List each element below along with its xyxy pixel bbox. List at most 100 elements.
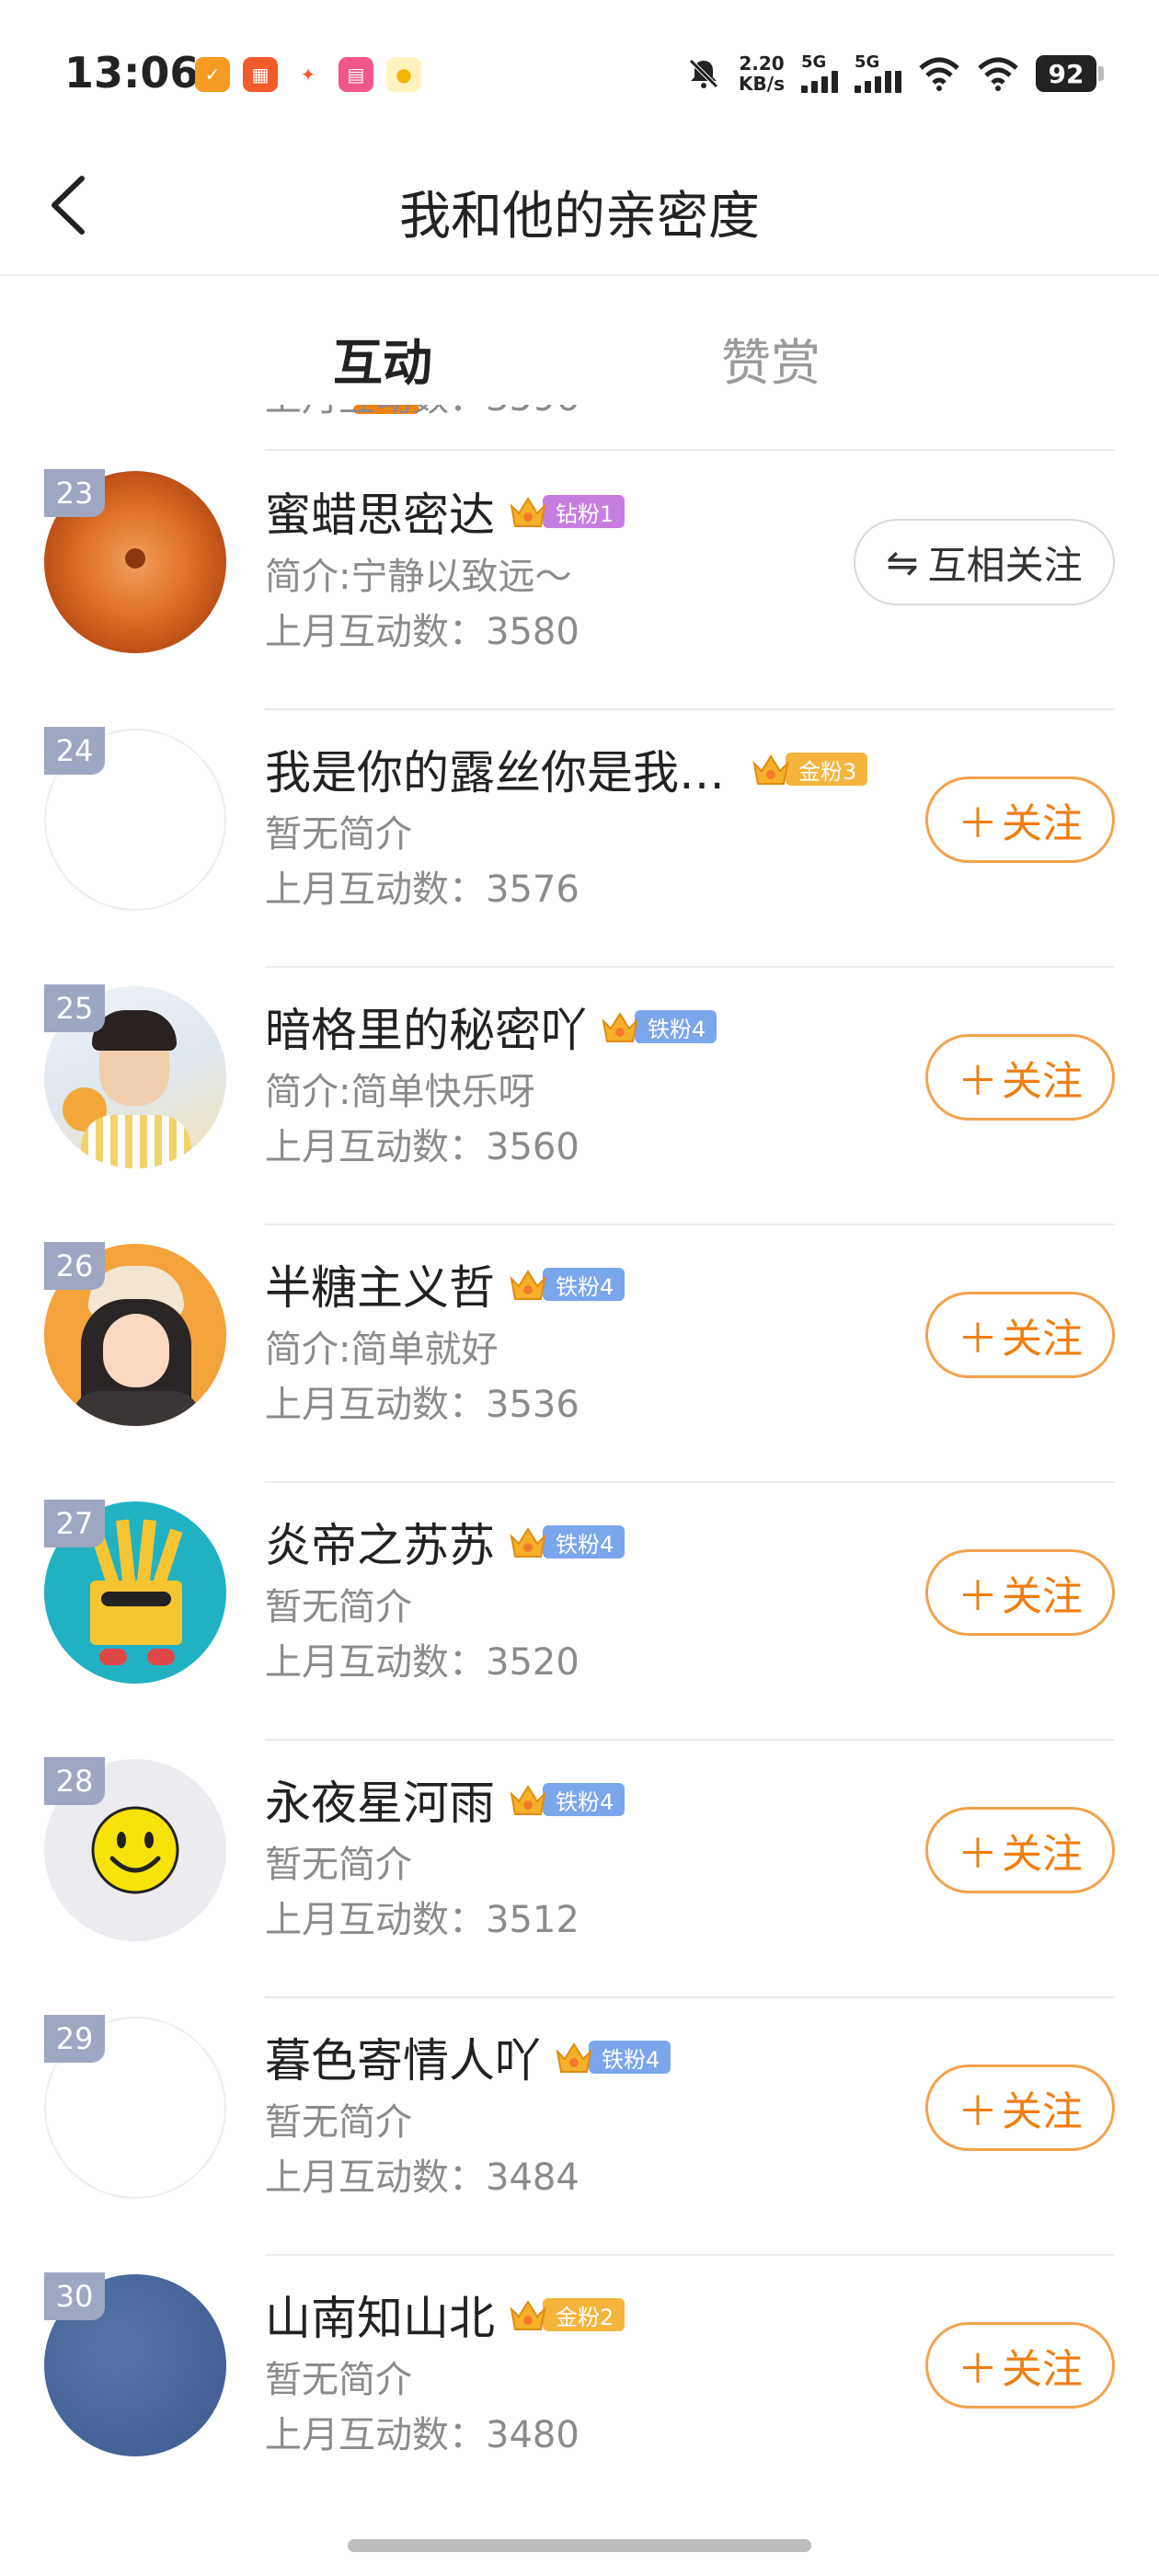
- row-divider: [265, 966, 1115, 968]
- follow-button[interactable]: ＋关注: [925, 2064, 1115, 2151]
- list-item[interactable]: 30 山南知山北 金粉2 暂无简介 上月互动数：3480 ＋关注: [0, 2263, 1159, 2521]
- page-title: 我和他的亲密度: [399, 187, 760, 247]
- wifi-icon: [919, 57, 959, 91]
- battery-tip: [1098, 66, 1104, 81]
- user-name[interactable]: 我是你的露丝你是我…: [265, 736, 725, 802]
- interaction-count: 上月互动数：3536: [265, 1374, 580, 1428]
- tab-reward[interactable]: 赞赏: [721, 322, 820, 395]
- notification-app-icons: ✓ ▦ ✦ ▤ ●: [195, 57, 421, 92]
- list-item[interactable]: 26 半糖主义哲 铁粉4 简介:简单就好 上月互动数：3536 ＋关注: [0, 1233, 1159, 1490]
- crown-icon: [752, 754, 789, 785]
- follow-button[interactable]: ＋关注: [925, 2322, 1115, 2409]
- battery-level: 92: [1036, 55, 1096, 92]
- follow-button[interactable]: ＋关注: [925, 776, 1115, 863]
- signal-2-label: 5G: [855, 52, 880, 72]
- count-value: 3536: [486, 1384, 580, 1426]
- interaction-count: 上月互动数：3560: [265, 1117, 580, 1170]
- count-label: 上月互动数：: [265, 1384, 486, 1426]
- list-item[interactable]: 27 炎帝之苏苏 铁粉4 暂无简介 上月互动数：3520 ＋关注: [0, 1490, 1159, 1748]
- row-divider: [265, 1481, 1115, 1483]
- user-name[interactable]: 永夜星河雨: [265, 1766, 495, 1833]
- user-intro: 暂无简介: [265, 1586, 412, 1628]
- count-value: 3580: [486, 611, 580, 653]
- row-divider: [265, 1739, 1115, 1741]
- app-notification-icon: ✓: [195, 57, 230, 92]
- follow-button[interactable]: ＋关注: [925, 1292, 1115, 1378]
- user-intro: 简介:简单快乐呀: [265, 1071, 535, 1113]
- rank-badge: 30: [44, 2272, 105, 2320]
- user-intro: 暂无简介: [265, 2101, 412, 2144]
- count-label: 上月互动数：: [265, 2156, 486, 2199]
- interaction-count: 上月互动数：3484: [265, 2147, 580, 2201]
- name-line: 暮色寄情人吖 铁粉4: [265, 2024, 671, 2090]
- name-line: 永夜星河雨 铁粉4: [265, 1766, 625, 1833]
- follow-button[interactable]: ＋关注: [925, 1549, 1115, 1636]
- follow-button[interactable]: ＋关注: [925, 1807, 1115, 1893]
- list-item-partial[interactable]: 上月互动数：3596: [0, 405, 1159, 451]
- follow-label: 关注: [1002, 2346, 1083, 2393]
- status-time: 13:06: [64, 48, 200, 98]
- list-item[interactable]: 28 永夜星河雨 铁粉4 暂无简介 上月互动数：3512 ＋关注: [0, 1748, 1159, 2006]
- wifi-icon: [978, 57, 1018, 91]
- fan-level-badge: 铁粉4: [508, 1782, 625, 1817]
- signal-1-label: 5G: [801, 52, 827, 72]
- count-label: 上月互动数：: [265, 868, 486, 911]
- interaction-count: 上月互动数：3596: [265, 405, 580, 421]
- rank-badge: 23: [44, 469, 105, 517]
- intimacy-list[interactable]: 上月互动数：3596 23 蜜蜡思密达 钻粉1 简介:宁静以致远～ 上月互动数：…: [0, 405, 1159, 2521]
- user-name[interactable]: 炎帝之苏苏: [265, 1509, 495, 1575]
- interaction-count: 上月互动数：3520: [265, 1632, 580, 1685]
- count-value: 3484: [486, 2156, 580, 2199]
- interaction-count: 上月互动数：3512: [265, 1890, 580, 1943]
- list-item[interactable]: 24 我是你的露丝你是我… 金粉3 暂无简介 上月互动数：3576 ＋关注: [0, 718, 1159, 975]
- name-line: 暗格里的秘密吖 铁粉4: [265, 994, 717, 1060]
- follow-label: 关注: [1002, 800, 1083, 847]
- plus-icon: ＋: [958, 1058, 998, 1105]
- mutual-follow-button[interactable]: ⇋ 互相关注: [854, 519, 1115, 605]
- home-indicator[interactable]: [348, 2539, 811, 2552]
- rank-badge: 29: [44, 2015, 105, 2063]
- name-line: 蜜蜡思密达 钻粉1: [265, 478, 625, 545]
- rank-badge: 24: [44, 727, 105, 775]
- app-notification-icon: ▦: [243, 57, 278, 92]
- nav-header: 我和他的亲密度: [0, 138, 1159, 276]
- crown-icon: [602, 1012, 638, 1042]
- follow-label: 关注: [1002, 1573, 1083, 1620]
- name-line: 半糖主义哲 铁粉4: [265, 1251, 625, 1317]
- plus-icon: ＋: [958, 2346, 998, 2393]
- plus-icon: ＋: [958, 1573, 998, 1620]
- user-name[interactable]: 暗格里的秘密吖: [265, 994, 587, 1060]
- crown-icon: [510, 497, 546, 527]
- tab-bar: 互动 赞赏: [0, 276, 1159, 414]
- follow-label: 关注: [1002, 2088, 1083, 2135]
- row-divider: [265, 449, 1115, 451]
- rank-badge: 27: [44, 1500, 105, 1547]
- user-name[interactable]: 半糖主义哲: [265, 1251, 495, 1317]
- count-label: 上月互动数：: [265, 1899, 486, 1941]
- fan-level-badge: 铁粉4: [600, 1009, 717, 1044]
- fan-level-label: 铁粉4: [589, 2041, 671, 2074]
- fan-level-label: 铁粉4: [543, 1525, 625, 1558]
- follow-button[interactable]: ＋关注: [925, 1034, 1115, 1121]
- fan-level-badge: 金粉2: [508, 2297, 625, 2332]
- fan-level-label: 金粉2: [543, 2298, 625, 2331]
- user-name[interactable]: 山南知山北: [265, 2282, 495, 2348]
- list-item[interactable]: 25 暗格里的秘密吖 铁粉4 简介:简单快乐呀 上月互动数：3560 ＋关注: [0, 975, 1159, 1233]
- plus-icon: ＋: [958, 800, 998, 847]
- signal-1: 5G: [801, 54, 838, 93]
- network-speed-unit: KB/s: [739, 73, 785, 95]
- list-item[interactable]: 23 蜜蜡思密达 钻粉1 简介:宁静以致远～ 上月互动数：3580 ⇋ 互相关注: [0, 460, 1159, 718]
- interaction-count: 上月互动数：3576: [265, 859, 580, 913]
- follow-label: 关注: [1002, 1831, 1083, 1878]
- network-speed: 2.20 KB/s: [739, 53, 785, 94]
- tab-interaction[interactable]: 互动: [333, 322, 432, 395]
- interaction-count: 上月互动数：3480: [265, 2405, 580, 2458]
- user-name[interactable]: 蜜蜡思密达: [265, 478, 495, 545]
- crown-icon: [510, 1270, 546, 1300]
- row-divider: [265, 708, 1115, 710]
- follow-label: 关注: [1002, 1058, 1083, 1105]
- user-name[interactable]: 暮色寄情人吖: [265, 2024, 541, 2090]
- list-item[interactable]: 29 暮色寄情人吖 铁粉4 暂无简介 上月互动数：3484 ＋关注: [0, 2006, 1159, 2263]
- row-divider: [265, 1996, 1115, 1998]
- crown-icon: [510, 1527, 546, 1558]
